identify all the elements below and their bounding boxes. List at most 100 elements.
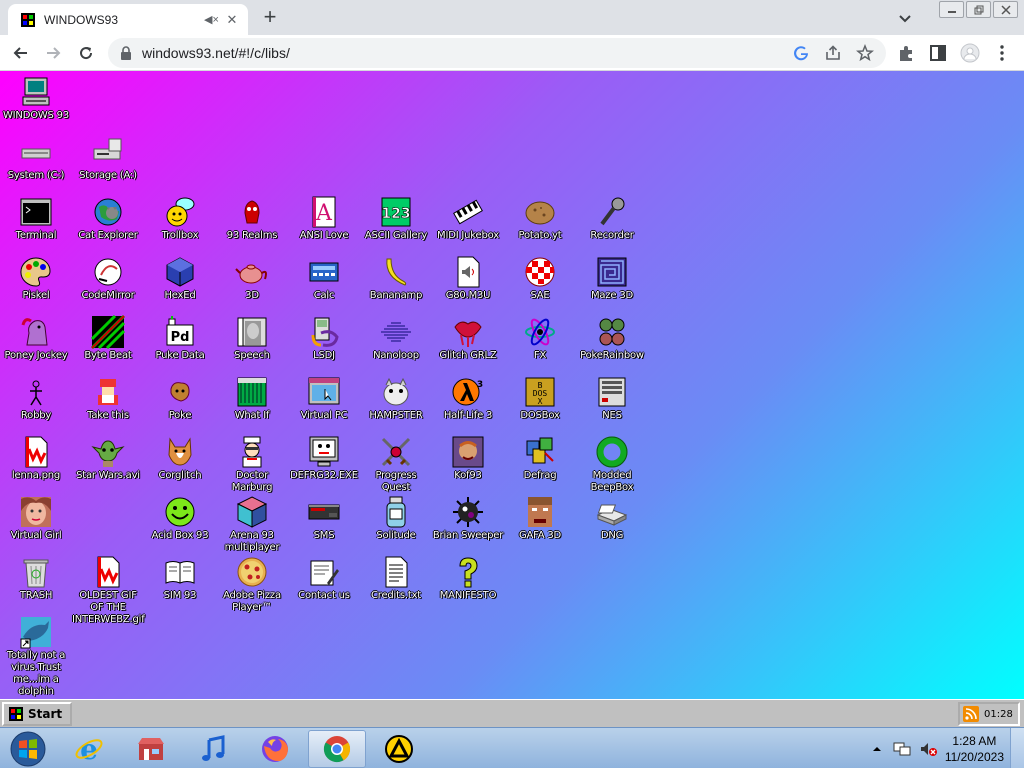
desktop-icon-trash[interactable]: TRASH xyxy=(0,555,72,602)
chevron-down-icon[interactable] xyxy=(895,8,915,28)
share-icon[interactable] xyxy=(824,44,842,62)
taskbar-firefox[interactable] xyxy=(246,730,304,768)
tab-close-icon[interactable]: ✕ xyxy=(224,12,240,28)
desktop-icon-ascii-gallery[interactable]: 123 ASCII Gallery xyxy=(360,195,432,242)
desktop-icon-trollbox[interactable]: Trollbox xyxy=(144,195,216,242)
taskbar-store[interactable] xyxy=(122,730,180,768)
extensions-puzzle-icon[interactable] xyxy=(896,43,916,63)
side-panel-icon[interactable] xyxy=(928,43,948,63)
desktop-icon-nes[interactable]: NES xyxy=(576,375,648,422)
desktop-icon-bananamp[interactable]: Bananamp xyxy=(360,255,432,302)
forward-button[interactable] xyxy=(40,40,66,66)
desktop-icon-take-this[interactable]: Take this xyxy=(72,375,144,422)
desktop-icon-virtual-pc[interactable]: Virtual PC xyxy=(288,375,360,422)
desktop-icon-modded-beepbox[interactable]: Modded BeepBox xyxy=(576,435,648,494)
minimize-button[interactable] xyxy=(939,1,964,18)
desktop-icon-doctor-marburg[interactable]: Doctor Marburg xyxy=(216,435,288,494)
desktop-icon-progress-quest[interactable]: Progress Quest xyxy=(360,435,432,494)
desktop-icon-dng[interactable]: DNG xyxy=(576,495,648,542)
desktop-icon-hexed[interactable]: HexEd xyxy=(144,255,216,302)
desktop-icon-poke[interactable]: Poke xyxy=(144,375,216,422)
desktop-icon-93-realms[interactable]: 93 Realms xyxy=(216,195,288,242)
desktop-icon-gafa-3d[interactable]: GAFA 3D xyxy=(504,495,576,542)
speaker-muted-icon[interactable] xyxy=(919,741,937,757)
reload-button[interactable] xyxy=(73,40,99,66)
desktop-icon-nanoloop[interactable]: Nanoloop xyxy=(360,315,432,362)
desktop-icon-3d[interactable]: 3D xyxy=(216,255,288,302)
desktop-icon-system-c[interactable]: System (C:) xyxy=(0,135,72,182)
desktop-icon-g80-m3u[interactable]: G80.M3U xyxy=(432,255,504,302)
desktop-icon-sms[interactable]: SMS xyxy=(288,495,360,542)
lock-icon[interactable] xyxy=(120,46,132,60)
desktop-icon-fx[interactable]: FX xyxy=(504,315,576,362)
desktop-icon-maze-3d[interactable]: Maze 3D xyxy=(576,255,648,302)
browser-tab[interactable]: WINDOWS93 ◀× ✕ xyxy=(8,4,248,35)
desktop-icon-midi-jukebox[interactable]: MIDI Jukebox xyxy=(432,195,504,242)
new-tab-button[interactable]: + xyxy=(256,6,284,30)
desktop-icon-robby[interactable]: Robby xyxy=(0,375,72,422)
desktop-icon-piskel[interactable]: Piskel xyxy=(0,255,72,302)
desktop-icon-sae[interactable]: SAE xyxy=(504,255,576,302)
desktop-icon-what-if[interactable]: What If xyxy=(216,375,288,422)
desktop-icon-brian-sweeper[interactable]: Brian Sweeper xyxy=(432,495,504,542)
desktop-icon-storage-a[interactable]: Storage (A:) xyxy=(72,135,144,182)
desktop-icon-oldest-gif[interactable]: OLDEST GIF OF THE INTERWEBZ.gif xyxy=(72,555,145,626)
bookmark-star-icon[interactable] xyxy=(856,44,874,62)
teapot-icon xyxy=(235,264,267,284)
desktop-icon-windows93[interactable]: WINDOWS 93 xyxy=(0,75,72,122)
desktop-icon-byte-beat[interactable]: Byte Beat xyxy=(72,314,144,362)
profile-avatar-icon[interactable] xyxy=(960,43,980,63)
start-button[interactable]: Start xyxy=(2,702,72,726)
desktop-icon-pokerainbow[interactable]: PokeRainbow xyxy=(576,315,648,362)
restore-button[interactable] xyxy=(966,1,991,18)
desktop-icon-kof93[interactable]: Kof93 xyxy=(432,435,504,482)
taskbar-internet-explorer[interactable]: e xyxy=(60,730,118,768)
google-icon[interactable] xyxy=(792,44,810,62)
desktop-icon-corglitch[interactable]: Corglitch xyxy=(144,435,216,482)
desktop-icon-defrag[interactable]: Defrag xyxy=(504,435,576,482)
show-desktop-button[interactable] xyxy=(1010,728,1024,768)
taskbar-music[interactable] xyxy=(184,730,242,768)
desktop-icon-dolphin[interactable]: Totally not a virus.Trust me...im a dolp… xyxy=(0,615,72,698)
chevron-up-icon[interactable] xyxy=(871,743,883,755)
desktop-icon-arena-93-multiplayer[interactable]: Arena 93 multiplayer xyxy=(216,495,288,554)
desktop-icon-solitude[interactable]: Solitude xyxy=(360,495,432,542)
desktop-icon-dosbox[interactable]: B DOS X DOSBox xyxy=(504,375,576,422)
system-clock[interactable]: 1:28 AM 11/20/2023 xyxy=(945,733,1004,765)
desktop-icon-half-life-3[interactable]: 3 Half-Life 3 xyxy=(432,375,504,422)
desktop-icon-poney-jockey[interactable]: Poney Jockey xyxy=(0,315,72,362)
desktop-icon-lenna-png[interactable]: lenna.png xyxy=(0,435,72,482)
desktop-icon-potato-yt[interactable]: Potato.yt xyxy=(504,195,576,242)
back-button[interactable] xyxy=(8,40,34,66)
desktop-icon-sim-93[interactable]: SIM 93 xyxy=(144,555,216,602)
desktop-icon-lsdj[interactable]: LSDJ xyxy=(288,315,360,362)
desktop-icon-cat-explorer[interactable]: Cat Explorer xyxy=(72,195,144,242)
desktop-icon-calc[interactable]: Calc xyxy=(288,255,360,302)
desktop-icon-speech[interactable]: Speech xyxy=(216,315,288,362)
taskbar-other-app[interactable] xyxy=(370,730,428,768)
desktop-icon-codemirror[interactable]: CodeMirror xyxy=(72,255,144,302)
desktop-icon-ansi-love[interactable]: A ANSI Love xyxy=(288,195,360,242)
kebab-menu-icon[interactable] xyxy=(992,43,1012,63)
desktop-icon-defrg32-exe[interactable]: DEFRG32.EXE xyxy=(288,435,360,482)
desktop-icon-contact-us[interactable]: Contact us xyxy=(288,555,360,602)
url-text[interactable]: windows93.net/#!/c/libs/ xyxy=(142,45,290,61)
desktop-icon-adobe-pizza-player[interactable]: Adobe Pizza Player™ xyxy=(216,555,288,614)
address-bar[interactable]: windows93.net/#!/c/libs/ xyxy=(108,38,886,68)
network-icon[interactable] xyxy=(893,741,911,757)
desktop-icon-acid-box-93[interactable]: Acid Box 93 xyxy=(144,495,216,542)
close-button[interactable] xyxy=(993,1,1018,18)
desktop-icon-star-wars-avi[interactable]: Star Wars.avi xyxy=(72,435,144,482)
speaker-muted-icon[interactable]: ◀× xyxy=(204,13,219,27)
rss-icon[interactable] xyxy=(963,706,979,722)
desktop-icon-recorder[interactable]: Recorder xyxy=(576,195,648,242)
taskbar-chrome[interactable] xyxy=(308,730,366,768)
desktop-icon-credits-txt[interactable]: Credits.txt xyxy=(360,555,432,602)
desktop-icon-virtual-girl[interactable]: Virtual Girl xyxy=(0,495,72,542)
windows-start-orb-icon[interactable] xyxy=(8,730,48,768)
desktop-icon-terminal[interactable]: Terminal xyxy=(0,195,72,242)
desktop-icon-glitch-grlz[interactable]: Glitch GRLZ xyxy=(432,315,504,362)
desktop-icon-hampster[interactable]: HAMPSTER xyxy=(360,375,432,422)
desktop-icon-puke-data[interactable]: Pd Puke Data xyxy=(144,315,216,362)
desktop-icon-manifesto[interactable]: MANIFESTO xyxy=(432,555,504,602)
